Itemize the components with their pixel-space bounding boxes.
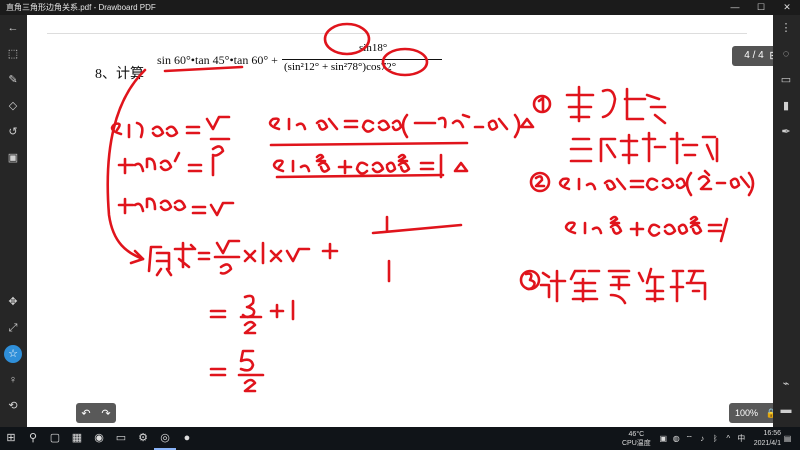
fit-icon[interactable]: ⤢: [4, 319, 22, 337]
history-icon[interactable]: ↺: [4, 123, 22, 141]
right-toolbar: ⋮ ◌ ▭ ▮ ✒ ⌁ ▬: [773, 15, 800, 427]
pen-tool-icon[interactable]: ✒: [777, 123, 795, 141]
sync-icon[interactable]: ⟲: [4, 397, 22, 415]
left-toolbar: ← ⬚ ✎ ◇ ↺ ▣ ✥ ⤢ ☆ ♀ ⟲: [0, 15, 27, 427]
tray-volume-icon[interactable]: ♪: [696, 434, 709, 443]
record-icon[interactable]: ●: [176, 427, 198, 450]
zoom-level: 100%: [735, 408, 759, 418]
lock-icon[interactable]: 🔒: [766, 403, 773, 423]
redo-icon[interactable]: ↷: [101, 407, 110, 420]
window-title: 直角三角形边角关系.pdf - Drawboard PDF: [6, 3, 156, 12]
settings-gear-icon[interactable]: ⚙: [132, 427, 154, 450]
task-view-icon[interactable]: ▢: [44, 427, 66, 450]
cpu-temperature: 46°C CPU温度: [621, 430, 651, 447]
favorite-icon[interactable]: ☆: [4, 345, 22, 363]
undo-redo-controls: ↶ ↷: [76, 403, 116, 423]
ink-underline-formula: [163, 65, 244, 73]
close-icon[interactable]: ✕: [774, 0, 800, 15]
page-grid-icon[interactable]: ⊞: [765, 46, 773, 66]
excel-icon[interactable]: ▦: [66, 427, 88, 450]
marker-icon[interactable]: ▬: [777, 401, 795, 419]
system-tray: 46°C CPU温度 ▣ ◍ ⌔ ♪ ᛒ ^ 中 16:56 2021/4/1 …: [622, 427, 794, 450]
tray-app-icon[interactable]: ▣: [657, 434, 670, 443]
comment-icon[interactable]: ◌: [777, 45, 795, 63]
drawboard-icon[interactable]: ◎: [154, 427, 176, 450]
notification-icon[interactable]: ▤: [781, 434, 794, 443]
start-icon[interactable]: ⊞: [0, 427, 22, 450]
brush-icon[interactable]: ⌁: [777, 375, 795, 393]
select-icon[interactable]: ⬚: [4, 45, 22, 63]
share-icon[interactable]: ⋮: [777, 19, 795, 37]
tray-ime-icon[interactable]: 中: [735, 433, 748, 444]
folder-icon[interactable]: ▭: [110, 427, 132, 450]
person-icon[interactable]: ♀: [4, 371, 22, 389]
minimize-icon[interactable]: —: [722, 0, 748, 15]
window-controls: — ☐ ✕: [722, 0, 800, 15]
highlighter-icon[interactable]: ▮: [777, 97, 795, 115]
taskbar: ⊞ ⚲ ▢ ▦ ◉ ▭ ⚙ ◎ ● 46°C CPU温度 ▣ ◍ ⌔ ♪ ᛒ ^…: [0, 427, 800, 450]
tray-wechat-icon[interactable]: ◍: [670, 434, 683, 443]
ink-circle-numerator: [323, 22, 371, 56]
tray-chevron-icon[interactable]: ^: [722, 434, 735, 443]
undo-icon[interactable]: ↶: [81, 407, 90, 420]
back-icon[interactable]: ←: [4, 19, 22, 37]
pdf-canvas[interactable]: 8、计算 sin 60°•tan 45°•tan 60° + sin18° (s…: [27, 15, 773, 427]
ink-circle-cos72: [381, 47, 429, 77]
search-icon[interactable]: ⚲: [22, 427, 44, 450]
zoom-indicator[interactable]: 100% 🔒: [729, 403, 773, 423]
note-icon[interactable]: ▭: [777, 71, 795, 89]
save-icon[interactable]: ▣: [4, 149, 22, 167]
window-title-bar: 直角三角形边角关系.pdf - Drawboard PDF — ☐ ✕: [0, 0, 800, 15]
maximize-icon[interactable]: ☐: [748, 0, 774, 15]
tray-bluetooth-icon[interactable]: ᛒ: [709, 434, 722, 443]
clock[interactable]: 16:56 2021/4/1: [754, 429, 781, 449]
firefox-icon[interactable]: ◉: [88, 427, 110, 450]
pen-icon[interactable]: ✎: [4, 71, 22, 89]
eraser-icon[interactable]: ◇: [4, 97, 22, 115]
tray-network-icon[interactable]: ⌔: [683, 434, 696, 444]
handwriting-layer: [106, 22, 755, 393]
move-icon[interactable]: ✥: [4, 293, 22, 311]
